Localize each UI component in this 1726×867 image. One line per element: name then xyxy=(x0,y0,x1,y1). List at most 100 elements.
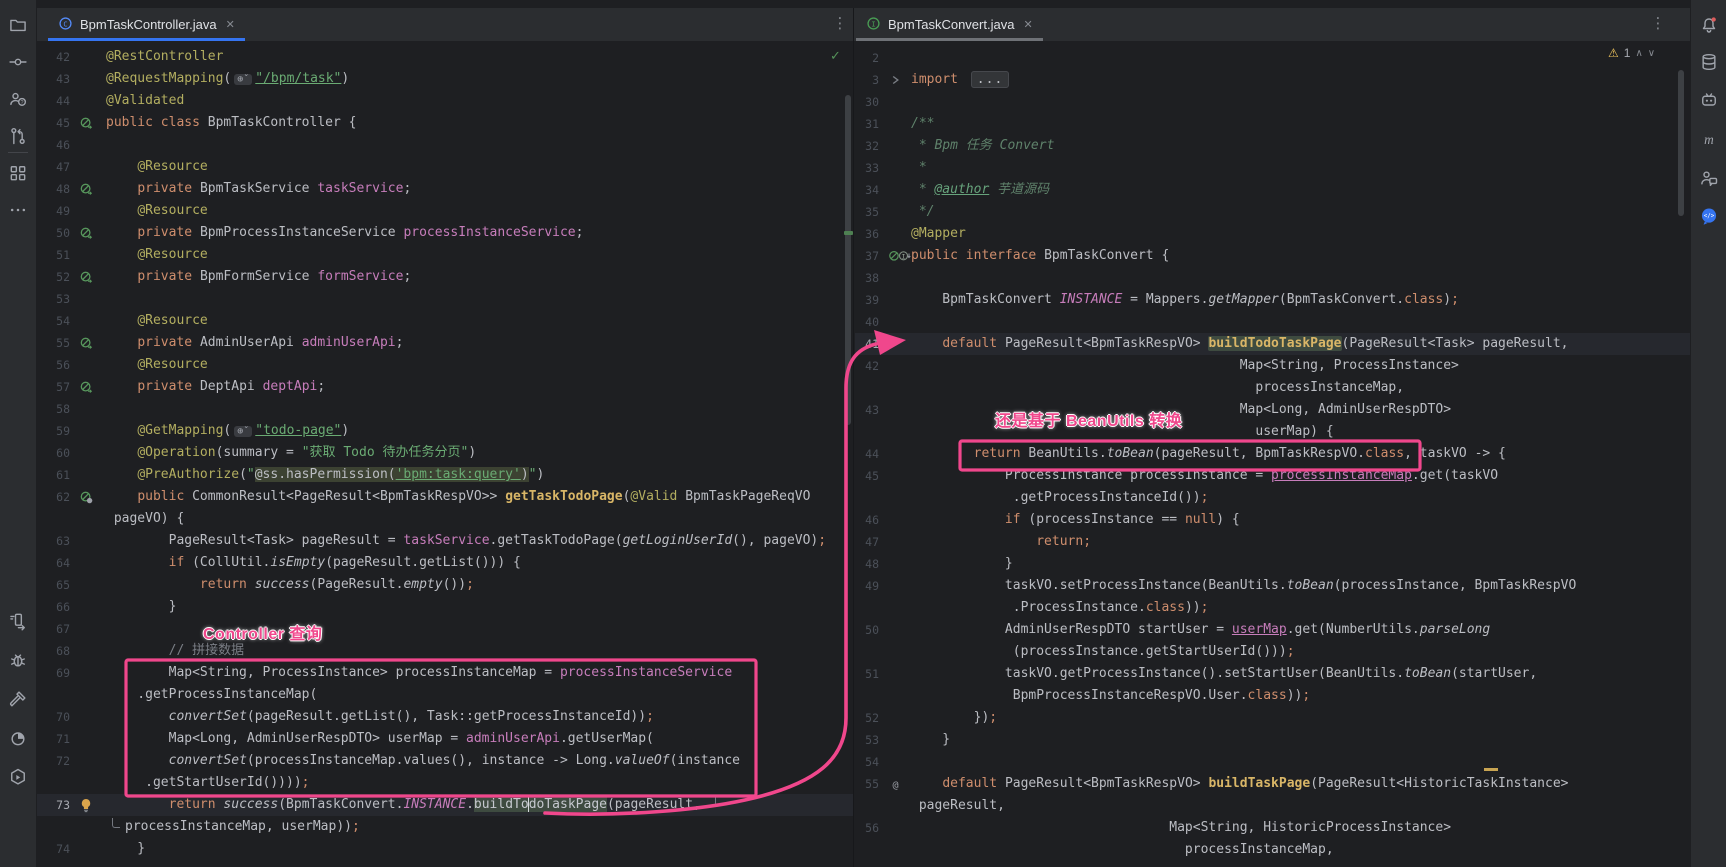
line-number[interactable]: 74 xyxy=(36,838,78,860)
line-number[interactable]: 43 xyxy=(855,399,887,421)
line-number[interactable]: 40 xyxy=(855,311,887,333)
code-line[interactable]: 52 }); xyxy=(855,707,1692,729)
run-icon[interactable] xyxy=(4,607,32,635)
code-line[interactable]: 56 Map<String, HistoricProcessInstance> xyxy=(855,817,1692,839)
code-line[interactable]: 74 } xyxy=(36,838,854,860)
line-number[interactable]: 45 xyxy=(855,465,887,487)
code-line[interactable]: 52 private BpmFormService formService; xyxy=(36,266,854,288)
code-line[interactable]: 2 xyxy=(855,47,1692,69)
line-number[interactable]: 70 xyxy=(36,706,78,728)
code-line[interactable]: 41 default PageResult<BpmTaskRespVO> bui… xyxy=(855,333,1692,355)
line-number[interactable]: 37 xyxy=(855,245,887,267)
line-number[interactable]: 31 xyxy=(855,113,887,135)
commit-icon[interactable] xyxy=(4,48,32,76)
line-number[interactable]: 73 xyxy=(36,794,78,816)
editor-bpmtaskconvert[interactable]: 23import ...3031/**32 * Bpm 任务 Convert33… xyxy=(855,41,1692,867)
code-line[interactable]: 55@ default PageResult<BpmTaskRespVO> bu… xyxy=(855,773,1692,795)
code-line[interactable]: (processInstance.getStartUserId())); xyxy=(855,641,1692,663)
code-line[interactable]: 48 } xyxy=(855,553,1692,575)
code-line[interactable]: 65 return success(PageResult.empty()); xyxy=(36,574,854,596)
code-line[interactable]: 34 * @author 芋道源码 xyxy=(855,179,1692,201)
code-line[interactable]: 55 private AdminUserApi adminUserApi; xyxy=(36,332,854,354)
tab-bpmtaskconvert[interactable]: I BpmTaskConvert.java ✕ xyxy=(856,8,1043,41)
line-number[interactable]: 45 xyxy=(36,112,78,134)
code-line[interactable]: .getProcessInstanceId()); xyxy=(855,487,1692,509)
line-number[interactable]: 35 xyxy=(855,201,887,223)
line-number[interactable]: 53 xyxy=(855,729,887,751)
line-number[interactable]: 52 xyxy=(36,266,78,288)
code-line[interactable]: 66 } xyxy=(36,596,854,618)
code-line[interactable]: 71 Map<Long, AdminUserRespDTO> userMap =… xyxy=(36,728,854,750)
line-number[interactable]: 58 xyxy=(36,398,78,420)
code-line[interactable]: 45public class BpmTaskController { xyxy=(36,112,854,134)
line-number[interactable]: 30 xyxy=(855,91,887,113)
bean-gutter-icon[interactable] xyxy=(78,332,106,354)
line-number[interactable]: 55 xyxy=(855,773,887,795)
code-line[interactable]: 49 @Resource xyxy=(36,200,854,222)
code-line[interactable]: pageResult, xyxy=(855,795,1692,817)
code-line[interactable]: 47 return; xyxy=(855,531,1692,553)
code-chat-icon[interactable]: </> xyxy=(1695,202,1723,230)
bulb-gutter-icon[interactable] xyxy=(78,794,106,816)
bean-gutter-icon[interactable] xyxy=(78,112,106,134)
code-line[interactable]: 53 } xyxy=(855,729,1692,751)
chevron-down-icon[interactable]: ∨ xyxy=(1648,48,1655,59)
line-number[interactable]: 53 xyxy=(36,288,78,310)
code-line[interactable]: 44 return BeanUtils.toBean(pageResult, B… xyxy=(855,443,1692,465)
database-icon[interactable] xyxy=(1695,48,1723,76)
line-number[interactable]: 43 xyxy=(36,68,78,90)
line-number[interactable]: 49 xyxy=(855,575,887,597)
line-number[interactable] xyxy=(36,772,78,794)
line-number[interactable]: 54 xyxy=(855,751,887,773)
line-number[interactable]: 38 xyxy=(855,267,887,289)
code-line[interactable]: userMap) { xyxy=(855,421,1692,443)
line-number[interactable]: 42 xyxy=(36,46,78,68)
code-line[interactable]: 54 xyxy=(855,751,1692,773)
line-number[interactable]: 71 xyxy=(36,728,78,750)
code-line[interactable]: 42@RestController xyxy=(36,46,854,68)
code-line[interactable]: 63 PageResult<Task> pageResult = taskSer… xyxy=(36,530,854,552)
line-number[interactable] xyxy=(855,641,887,663)
line-number[interactable]: 33 xyxy=(855,157,887,179)
pull-requests-icon[interactable] xyxy=(4,122,32,150)
code-with-me-icon[interactable]: ? xyxy=(4,85,32,113)
code-line[interactable]: 54 @Resource xyxy=(36,310,854,332)
line-number[interactable]: 46 xyxy=(36,134,78,156)
line-number[interactable] xyxy=(36,508,78,530)
line-number[interactable]: 44 xyxy=(855,443,887,465)
code-line[interactable]: 57 private DeptApi deptApi; xyxy=(36,376,854,398)
code-line[interactable]: 50 private BpmProcessInstanceService pro… xyxy=(36,222,854,244)
code-line[interactable]: 69 Map<String, ProcessInstance> processI… xyxy=(36,662,854,684)
chev-gutter-icon[interactable] xyxy=(887,69,911,91)
code-line[interactable]: 47 @Resource xyxy=(36,156,854,178)
bean-gutter-icon[interactable] xyxy=(78,376,106,398)
line-number[interactable]: 50 xyxy=(855,619,887,641)
line-number[interactable]: 62 xyxy=(36,486,78,508)
folded-imports-chip[interactable]: ... xyxy=(971,71,1009,88)
editor-split-divider[interactable] xyxy=(853,8,854,867)
scrollbar-right-editor[interactable] xyxy=(1678,70,1684,216)
collaboration-icon[interactable] xyxy=(1695,164,1723,192)
code-line[interactable]: 37Ipublic interface BpmTaskConvert { xyxy=(855,245,1692,267)
build-icon[interactable] xyxy=(4,685,32,713)
code-line[interactable]: 46 xyxy=(36,134,854,156)
line-number[interactable]: 51 xyxy=(36,244,78,266)
code-line[interactable]: 48 private BpmTaskService taskService; xyxy=(36,178,854,200)
line-number[interactable]: 66 xyxy=(36,596,78,618)
line-number[interactable] xyxy=(855,685,887,707)
code-line[interactable]: processInstanceMap, xyxy=(855,839,1692,861)
code-line[interactable]: pageVO) { xyxy=(36,508,854,530)
code-line[interactable]: .getStartUserId()))); xyxy=(36,772,854,794)
code-line[interactable]: 56 @Resource xyxy=(36,354,854,376)
code-line[interactable]: 64 if (CollUtil.isEmpty(pageResult.getLi… xyxy=(36,552,854,574)
code-line[interactable]: 33 * xyxy=(855,157,1692,179)
line-number[interactable]: 52 xyxy=(855,707,887,729)
line-number[interactable]: 3 xyxy=(855,69,887,91)
inspection-widget[interactable]: ⚠ 1 ∧ ∨ xyxy=(1608,46,1655,60)
code-line[interactable]: 49 taskVO.setProcessInstance(BeanUtils.t… xyxy=(855,575,1692,597)
line-number[interactable]: 60 xyxy=(36,442,78,464)
ai-assistant-icon[interactable] xyxy=(1695,86,1723,114)
line-number[interactable]: 63 xyxy=(36,530,78,552)
structure-icon[interactable] xyxy=(4,159,32,187)
line-number[interactable] xyxy=(855,487,887,509)
